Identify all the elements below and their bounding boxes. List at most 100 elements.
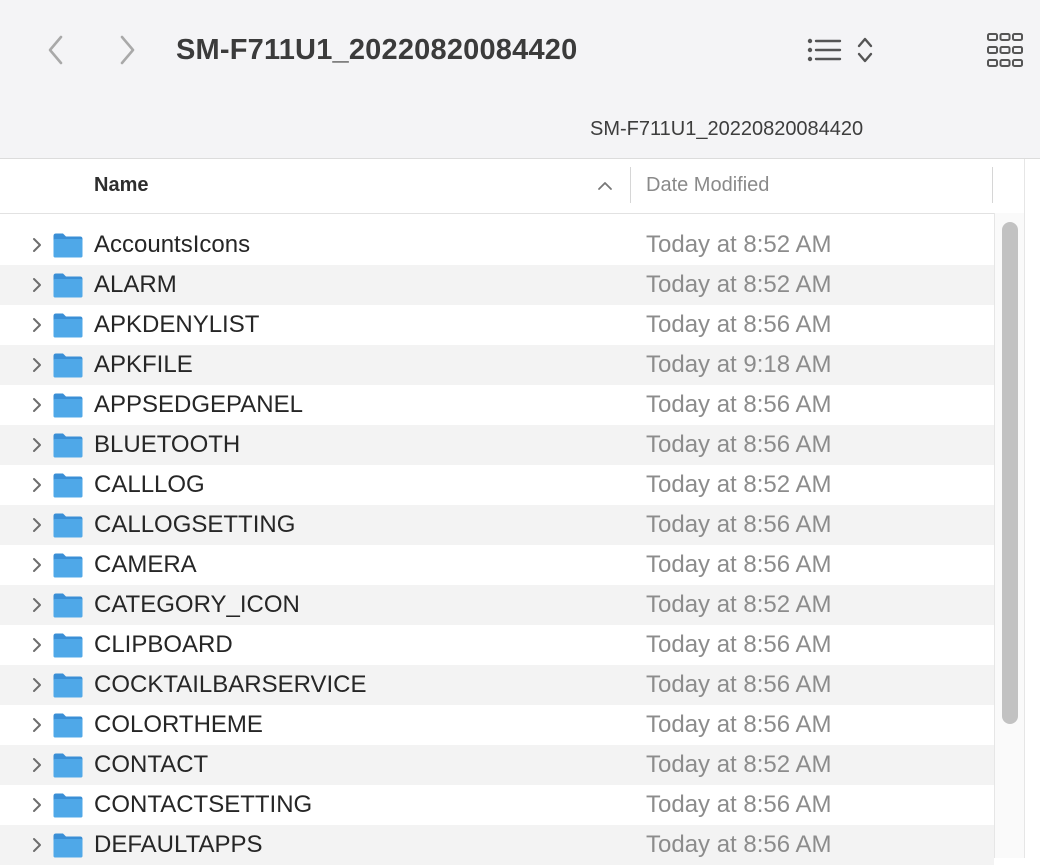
disclosure-triangle-icon[interactable] <box>28 276 46 294</box>
folder-icon <box>53 473 83 498</box>
date-modified: Today at 8:56 AM <box>646 391 832 418</box>
chevron-left-icon <box>48 35 63 65</box>
folder-icon <box>53 633 83 658</box>
folder-icon <box>53 753 83 778</box>
column-divider[interactable] <box>992 167 993 203</box>
folder-icon <box>53 313 83 338</box>
table-row[interactable]: CLIPBOARD Today at 8:56 AM <box>0 625 994 665</box>
disclosure-triangle-icon[interactable] <box>28 516 46 534</box>
table-row[interactable]: BLUETOOTH Today at 8:56 AM <box>0 425 994 465</box>
file-name[interactable]: DEFAULTAPPS <box>94 825 263 865</box>
disclosure-triangle-icon[interactable] <box>28 676 46 694</box>
date-modified: Today at 9:18 AM <box>646 351 832 378</box>
date-modified: Today at 8:56 AM <box>646 631 832 658</box>
disclosure-triangle-icon[interactable] <box>28 396 46 414</box>
table-row[interactable]: APPSEDGEPANEL Today at 8:56 AM <box>0 385 994 425</box>
file-name[interactable]: APKDENYLIST <box>94 305 259 345</box>
group-view-button[interactable] <box>984 30 1026 70</box>
table-row[interactable]: ALARM Today at 8:52 AM <box>0 265 994 305</box>
file-name[interactable]: APPSEDGEPANEL <box>94 385 303 425</box>
folder-icon <box>53 513 83 538</box>
folder-icon <box>53 553 83 578</box>
table-row[interactable]: AccountsIcons Today at 8:52 AM <box>0 225 994 265</box>
file-list: AccountsIcons Today at 8:52 AM ALARM Today … <box>0 225 994 865</box>
disclosure-triangle-icon[interactable] <box>28 476 46 494</box>
date-modified: Today at 8:56 AM <box>646 311 832 338</box>
file-name[interactable]: CATEGORY_ICON <box>94 585 300 625</box>
table-row[interactable]: APKDENYLIST Today at 8:56 AM <box>0 305 994 345</box>
disclosure-triangle-icon[interactable] <box>28 556 46 574</box>
table-row[interactable]: CONTACT Today at 8:52 AM <box>0 745 994 785</box>
disclosure-triangle-icon[interactable] <box>28 596 46 614</box>
file-name[interactable]: AccountsIcons <box>94 225 250 265</box>
date-modified: Today at 8:56 AM <box>646 831 832 858</box>
table-row[interactable]: CAMERA Today at 8:56 AM <box>0 545 994 585</box>
date-modified: Today at 8:56 AM <box>646 711 832 738</box>
folder-icon <box>53 793 83 818</box>
table-row[interactable]: CALLLOG Today at 8:52 AM <box>0 465 994 505</box>
date-modified: Today at 8:56 AM <box>646 511 832 538</box>
date-modified: Today at 8:52 AM <box>646 591 832 618</box>
disclosure-triangle-icon[interactable] <box>28 316 46 334</box>
folder-icon <box>53 593 83 618</box>
file-name[interactable]: COCKTAILBARSERVICE <box>94 665 367 705</box>
date-modified: Today at 8:56 AM <box>646 551 832 578</box>
disclosure-triangle-icon[interactable] <box>28 236 46 254</box>
table-row[interactable]: APKFILE Today at 9:18 AM <box>0 345 994 385</box>
back-button[interactable] <box>36 30 76 70</box>
disclosure-triangle-icon[interactable] <box>28 796 46 814</box>
file-name[interactable]: CLIPBOARD <box>94 625 233 665</box>
up-down-chevron-icon <box>857 37 873 63</box>
table-row[interactable]: CATEGORY_ICON Today at 8:52 AM <box>0 585 994 625</box>
table-row[interactable]: COLORTHEME Today at 8:56 AM <box>0 705 994 745</box>
date-modified: Today at 8:52 AM <box>646 471 832 498</box>
window-edge <box>1024 159 1040 858</box>
date-modified: Today at 8:56 AM <box>646 791 832 818</box>
date-modified: Today at 8:56 AM <box>646 431 832 458</box>
name-column-header[interactable]: Name <box>94 159 148 213</box>
disclosure-triangle-icon[interactable] <box>28 436 46 454</box>
file-name[interactable]: CAMERA <box>94 545 197 585</box>
finder-toolbar: SM-F711U1_20220820084420 SM-F711U1_20220… <box>0 0 1040 159</box>
date-modified: Today at 8:52 AM <box>646 231 832 258</box>
path-bar-label[interactable]: SM-F711U1_20220820084420 <box>590 118 863 141</box>
folder-icon <box>53 233 83 258</box>
sort-ascending-icon[interactable] <box>596 177 614 195</box>
file-name[interactable]: CALLOGSETTING <box>94 505 295 545</box>
folder-icon <box>53 713 83 738</box>
file-name[interactable]: CALLLOG <box>94 465 205 505</box>
file-name[interactable]: CONTACTSETTING <box>94 785 312 825</box>
chevron-right-icon <box>120 35 135 65</box>
folder-icon <box>53 833 83 858</box>
file-name[interactable]: CONTACT <box>94 745 208 785</box>
folder-icon <box>53 393 83 418</box>
disclosure-triangle-icon[interactable] <box>28 356 46 374</box>
scrollbar-thumb[interactable] <box>1002 222 1018 724</box>
disclosure-triangle-icon[interactable] <box>28 636 46 654</box>
table-row[interactable]: CONTACTSETTING Today at 8:56 AM <box>0 785 994 825</box>
file-name[interactable]: BLUETOOTH <box>94 425 240 465</box>
file-name[interactable]: ALARM <box>94 265 177 305</box>
folder-icon <box>53 433 83 458</box>
folder-icon <box>53 673 83 698</box>
forward-button[interactable] <box>107 30 147 70</box>
disclosure-triangle-icon[interactable] <box>28 836 46 854</box>
view-options-button[interactable] <box>806 32 882 68</box>
date-modified: Today at 8:52 AM <box>646 271 832 298</box>
file-name[interactable]: COLORTHEME <box>94 705 263 745</box>
grid-view-icon <box>987 33 1023 67</box>
disclosure-triangle-icon[interactable] <box>28 756 46 774</box>
list-view-icon <box>807 38 842 62</box>
table-row[interactable]: CALLOGSETTING Today at 8:56 AM <box>0 505 994 545</box>
date-modified-column-header[interactable]: Date Modified <box>646 159 769 213</box>
folder-icon <box>53 273 83 298</box>
column-header-row: Name Date Modified <box>0 159 994 214</box>
date-modified: Today at 8:52 AM <box>646 751 832 778</box>
file-name[interactable]: APKFILE <box>94 345 193 385</box>
table-row[interactable]: COCKTAILBARSERVICE Today at 8:56 AM <box>0 665 994 705</box>
table-row[interactable]: DEFAULTAPPS Today at 8:56 AM <box>0 825 994 865</box>
window-title: SM-F711U1_20220820084420 <box>176 34 578 66</box>
column-divider[interactable] <box>630 167 631 203</box>
folder-icon <box>53 353 83 378</box>
disclosure-triangle-icon[interactable] <box>28 716 46 734</box>
